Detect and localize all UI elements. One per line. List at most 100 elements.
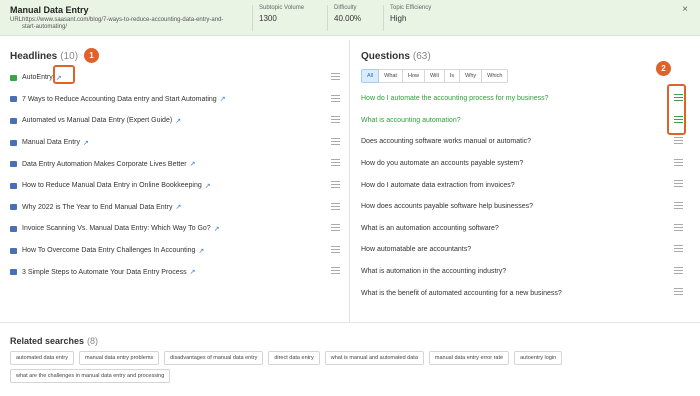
filter-how[interactable]: How xyxy=(402,69,425,83)
related-tag[interactable]: autoentry login xyxy=(514,351,563,365)
headline-text[interactable]: 3 Simple Steps to Automate Your Data Ent… xyxy=(22,269,187,276)
metric-label: Topic Efficiency xyxy=(390,5,432,11)
question-row[interactable]: How does accounts payable software help … xyxy=(361,196,683,218)
question-text[interactable]: What is accounting automation? xyxy=(361,117,461,124)
headline-row[interactable]: Data Entry Automation Makes Corporate Li… xyxy=(10,153,340,175)
add-to-list-icon[interactable] xyxy=(331,137,340,146)
headline-row[interactable]: How To Overcome Data Entry Challenges In… xyxy=(10,240,340,262)
add-to-list-icon[interactable] xyxy=(674,201,683,210)
add-to-list-icon[interactable] xyxy=(331,159,340,167)
related-tag[interactable]: manual data entry problems xyxy=(78,351,160,365)
callout-highlight-2 xyxy=(667,84,686,135)
question-text[interactable]: How do I automate data extraction from i… xyxy=(361,182,515,189)
related-tag[interactable]: manual data entry error rate xyxy=(428,351,510,365)
question-text[interactable]: How automatable are accountants? xyxy=(361,246,471,253)
external-link-icon[interactable]: ↗ xyxy=(198,247,204,255)
question-row[interactable]: How do you automate an accounts payable … xyxy=(361,153,683,175)
question-row[interactable]: What is automation in the accounting ind… xyxy=(361,261,683,283)
headline-row[interactable]: How to Reduce Manual Data Entry in Onlin… xyxy=(10,175,340,197)
add-to-list-icon[interactable] xyxy=(674,137,683,145)
question-row[interactable]: Does accounting software works manual or… xyxy=(361,131,683,153)
external-link-icon[interactable]: ↗ xyxy=(83,139,89,147)
headline-row[interactable]: Invoice Scanning Vs. Manual Data Entry: … xyxy=(10,218,340,240)
add-to-list-icon[interactable] xyxy=(331,245,340,254)
question-row[interactable]: How do I automate the accounting process… xyxy=(361,88,683,110)
external-link-icon[interactable]: ↗ xyxy=(175,203,181,211)
related-tag[interactable]: automated data entry xyxy=(10,351,74,365)
callout-highlight-1 xyxy=(53,65,75,84)
external-link-icon[interactable]: ↗ xyxy=(190,268,196,276)
question-row[interactable]: How automatable are accountants? xyxy=(361,239,683,261)
questions-title: Questions (63) xyxy=(361,51,431,62)
headline-row[interactable]: 3 Simple Steps to Automate Your Data Ent… xyxy=(10,261,340,283)
add-to-list-icon[interactable] xyxy=(674,180,683,188)
close-icon[interactable]: × xyxy=(682,4,688,15)
add-to-list-icon[interactable] xyxy=(331,224,340,232)
add-to-list-icon[interactable] xyxy=(674,158,683,167)
external-link-icon[interactable]: ↗ xyxy=(190,160,196,168)
question-text[interactable]: How do you automate an accounts payable … xyxy=(361,160,523,167)
headline-row[interactable]: Why 2022 is The Year to End Manual Data … xyxy=(10,197,340,219)
add-to-list-icon[interactable] xyxy=(674,288,683,296)
question-text[interactable]: Does accounting software works manual or… xyxy=(361,138,531,145)
topic-header: Manual Data Entry URL: https://www.saasa… xyxy=(0,0,700,36)
filter-all[interactable]: All xyxy=(361,69,380,83)
headline-text[interactable]: How To Overcome Data Entry Challenges In… xyxy=(22,247,195,254)
add-to-list-icon[interactable] xyxy=(331,202,340,211)
question-text[interactable]: How does accounts payable software help … xyxy=(361,203,533,210)
question-row[interactable]: What is the benefit of automated account… xyxy=(361,282,683,304)
filter-which[interactable]: Which xyxy=(482,69,509,83)
headline-row[interactable]: Automated vs Manual Data Entry (Expert G… xyxy=(10,110,340,132)
headlines-count: (10) xyxy=(60,51,79,62)
related-title-text: Related searches xyxy=(10,336,85,346)
add-to-list-icon[interactable] xyxy=(331,94,340,103)
related-tag[interactable]: what are the challenges in manual data e… xyxy=(10,369,171,383)
question-text[interactable]: What is an automation accounting softwar… xyxy=(361,225,499,232)
metric-topic-efficiency: Topic Efficiency High xyxy=(383,5,431,31)
add-to-list-icon[interactable] xyxy=(674,223,683,232)
filter-is[interactable]: Is xyxy=(444,69,461,83)
add-to-list-icon[interactable] xyxy=(331,267,340,275)
add-to-list-icon[interactable] xyxy=(331,180,340,189)
headline-text[interactable]: Invoice Scanning Vs. Manual Data Entry: … xyxy=(22,225,211,232)
question-row[interactable]: What is accounting automation? xyxy=(361,110,683,132)
question-text[interactable]: What is automation in the accounting ind… xyxy=(361,268,506,275)
question-text[interactable]: What is the benefit of automated account… xyxy=(361,290,562,297)
headline-text[interactable]: AutoEntry xyxy=(22,74,53,81)
add-to-list-icon[interactable] xyxy=(674,266,683,275)
headline-text[interactable]: How to Reduce Manual Data Entry in Onlin… xyxy=(22,182,202,189)
metric-value: 1300 xyxy=(259,14,277,23)
related-tag[interactable]: what is manual and automated data xyxy=(324,351,424,365)
headline-row[interactable]: Manual Data Entry ↗ xyxy=(10,132,340,154)
topic-url[interactable]: https://www.saasant.com/blog/7-ways-to-r… xyxy=(22,17,237,31)
headline-row[interactable]: 7 Ways to Reduce Accounting Data entry a… xyxy=(10,89,340,111)
headline-icon xyxy=(10,117,18,124)
related-tag[interactable]: direct data entry xyxy=(268,351,320,365)
callout-badge-2: 2 xyxy=(656,61,671,76)
related-tag[interactable]: disadvantages of manual data entry xyxy=(164,351,264,365)
questions-title-text: Questions xyxy=(361,51,410,62)
metric-difficulty: Difficulty 40.00% xyxy=(327,5,361,31)
external-link-icon[interactable]: ↗ xyxy=(205,182,211,190)
headline-text[interactable]: 7 Ways to Reduce Accounting Data entry a… xyxy=(22,96,217,103)
external-link-icon[interactable]: ↗ xyxy=(214,225,220,233)
add-to-list-icon[interactable] xyxy=(331,116,340,124)
external-link-icon[interactable]: ↗ xyxy=(175,117,181,125)
questions-count: (63) xyxy=(412,51,431,62)
headline-icon xyxy=(10,161,18,168)
headline-text[interactable]: Why 2022 is The Year to End Manual Data … xyxy=(22,204,172,211)
filter-will[interactable]: Will xyxy=(424,69,445,83)
external-link-icon[interactable]: ↗ xyxy=(220,95,226,103)
add-to-list-icon[interactable] xyxy=(331,73,340,81)
question-row[interactable]: What is an automation accounting softwar… xyxy=(361,218,683,240)
add-to-list-icon[interactable] xyxy=(674,245,683,253)
question-row[interactable]: How do I automate data extraction from i… xyxy=(361,174,683,196)
headline-text[interactable]: Manual Data Entry xyxy=(22,139,80,146)
headline-text[interactable]: Data Entry Automation Makes Corporate Li… xyxy=(22,161,187,168)
filter-what[interactable]: What xyxy=(379,69,403,83)
headline-text[interactable]: Automated vs Manual Data Entry (Expert G… xyxy=(22,117,172,124)
metric-subtopic-volume: Subtopic Volume 1300 xyxy=(252,5,304,31)
question-filter-group: All What How Will Is Why Which xyxy=(361,69,509,83)
filter-why[interactable]: Why xyxy=(460,69,483,83)
question-text[interactable]: How do I automate the accounting process… xyxy=(361,95,549,102)
